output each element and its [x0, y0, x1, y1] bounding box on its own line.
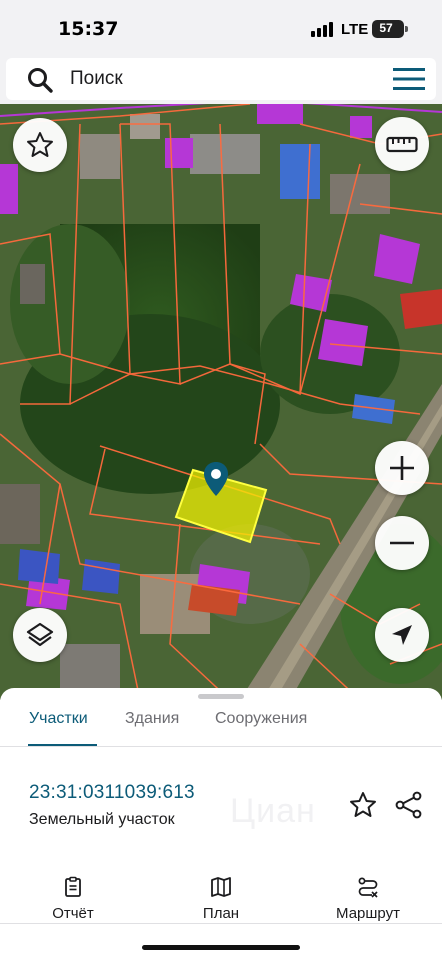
hamburger-menu-icon[interactable]: [393, 68, 425, 90]
ruler-icon: [386, 136, 418, 153]
route-button[interactable]: Маршрут: [313, 864, 423, 924]
bottom-toolbar: Отчёт План Маршрут: [0, 864, 442, 934]
route-label: Маршрут: [336, 905, 400, 922]
status-bar: 15:37 LTE 57: [0, 0, 442, 58]
navigation-arrow-icon: [392, 625, 412, 645]
sheet-drag-handle[interactable]: [198, 694, 244, 699]
layers-icon: [26, 622, 54, 647]
locate-me-button[interactable]: [375, 608, 429, 662]
battery-icon: 57: [372, 20, 404, 38]
cellular-signal-icon: [311, 22, 335, 37]
cadastral-number[interactable]: 23:31:0311039:613: [29, 782, 195, 804]
object-type-tabs: Участки Здания Сооружения: [0, 706, 442, 748]
zoom-out-button[interactable]: [375, 516, 429, 570]
network-type: LTE: [341, 21, 369, 38]
zoom-in-button[interactable]: [375, 441, 429, 495]
share-icon[interactable]: [394, 790, 424, 820]
report-icon: [65, 876, 81, 897]
star-icon: [27, 132, 53, 157]
tab-buildings[interactable]: Здания: [125, 710, 179, 728]
battery-level: 57: [379, 21, 393, 35]
satellite-map[interactable]: [0, 104, 442, 700]
report-button[interactable]: Отчёт: [18, 864, 128, 924]
tab-parcels[interactable]: Участки: [29, 710, 88, 728]
report-label: Отчёт: [52, 905, 94, 922]
route-icon: [358, 877, 378, 898]
location-pin-icon: [204, 462, 228, 496]
layers-button[interactable]: [13, 608, 67, 662]
status-time: 15:37: [58, 18, 119, 40]
home-indicator[interactable]: [142, 945, 300, 950]
tab-structures[interactable]: Сооружения: [215, 710, 307, 728]
search-input[interactable]: Поиск: [70, 68, 123, 90]
divider: [0, 746, 442, 747]
plan-button[interactable]: План: [166, 864, 276, 924]
search-bar: Поиск: [0, 58, 442, 104]
search-field[interactable]: Поиск: [6, 58, 436, 100]
search-icon[interactable]: [26, 66, 54, 94]
parcel-card[interactable]: Циан 23:31:0311039:613 Земельный участок: [0, 748, 442, 924]
favorites-button[interactable]: [13, 118, 67, 172]
battery-cap: [405, 26, 408, 32]
map-view[interactable]: [0, 104, 442, 700]
ruler-button[interactable]: [375, 117, 429, 171]
map-icon: [211, 877, 231, 897]
plan-label: План: [202, 905, 240, 922]
plus-icon: [390, 456, 414, 480]
watermark: Циан: [230, 792, 316, 830]
star-icon[interactable]: [348, 790, 378, 820]
minus-icon: [390, 541, 414, 545]
parcel-type: Земельный участок: [29, 811, 175, 828]
